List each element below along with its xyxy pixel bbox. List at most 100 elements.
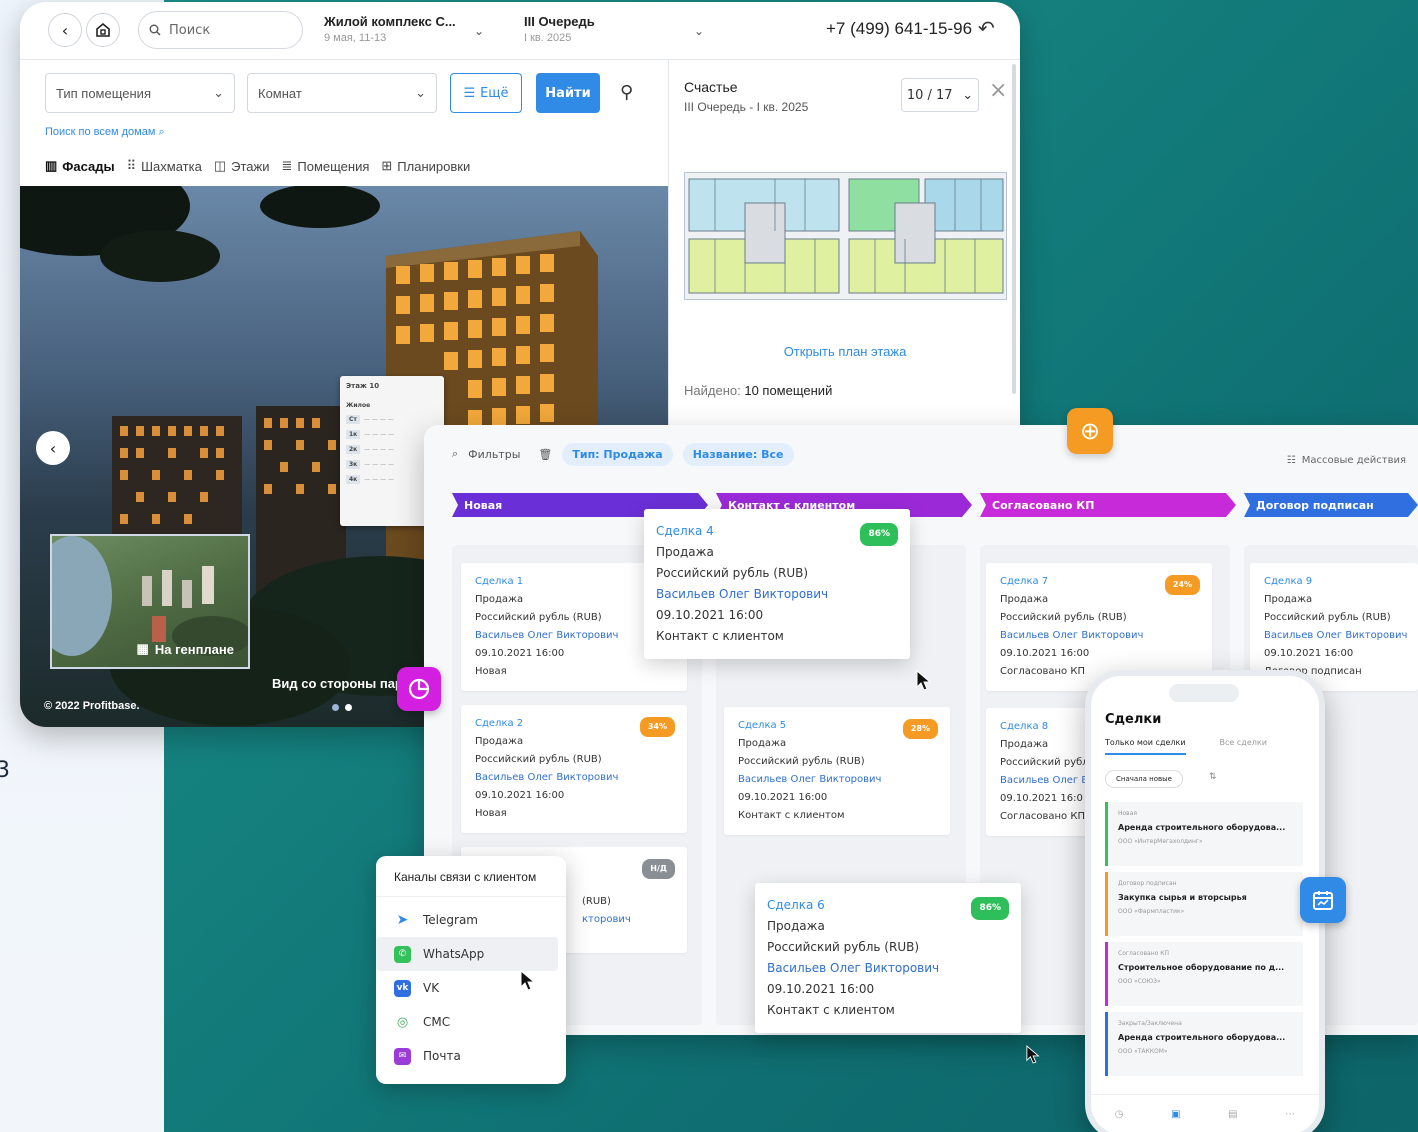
channel-mail[interactable]: ✉ Почта [376,1039,566,1073]
deal-stage: Контакт с клиентом [767,1003,895,1017]
rooms-select[interactable]: Комнат ⌄ [247,73,437,113]
search-all-houses-link[interactable]: Поиск по всем домам ⌕ [45,126,165,139]
found-label: Найдено: [684,383,741,398]
filters-label[interactable]: Фильтры [468,448,520,461]
channel-telegram[interactable]: ➤ Telegram [376,903,566,937]
room-type-select[interactable]: Тип помещения ⌄ [45,73,235,113]
slide-dot-active[interactable] [345,704,352,711]
channel-label: СМС [423,1015,451,1029]
tab-layouts[interactable]: ⊞ Планировки [381,158,470,174]
channel-label: WhatsApp [423,947,485,961]
back-button[interactable]: ‹ [48,13,82,47]
stage-agreed[interactable]: Согласовано КП [980,493,1236,517]
more-icon[interactable]: ⋯ [1285,1109,1295,1120]
more-filters-button[interactable]: ☰ Ещё [450,73,522,113]
search-icon [149,24,161,36]
slide-dot[interactable] [332,704,339,711]
floor-row-detail: — — — — [363,416,394,423]
stage-label: Новая [464,498,503,512]
deal-type: Продажа [767,919,825,933]
probability-badge: 86% [971,897,1009,920]
deal-card[interactable]: 28% Сделка 5 Продажа Российский рубль (R… [724,707,950,835]
deal-name[interactable]: Сделка 9 [1264,573,1404,591]
mobile-deal-item[interactable]: Согласовано КП Строительное оборудование… [1105,942,1303,1006]
complex-selector[interactable]: Жилой комплекс С... 9 мая, 11-13 [324,14,456,44]
search-icon[interactable]: ⌕ [452,447,458,461]
calendar-button[interactable] [1300,877,1346,923]
floor-popup-section: Жилое [346,402,371,409]
deal-card-highlighted[interactable]: 86% Сделка 6 Продажа Российский рубль (R… [755,883,1021,1033]
deal-manager[interactable]: Васильев Олег Викторович [738,771,936,789]
deal-card[interactable]: 34% Сделка 2 Продажа Российский рубль (R… [461,705,687,833]
deal-manager[interactable]: Васильев Олег Викторович [767,958,1009,979]
probability-badge: 28% [902,719,938,739]
floor-row-detail: — — — — [364,431,394,438]
channel-label: VK [423,981,440,995]
phone-number[interactable]: +7 (499) 641-15-96 [826,19,972,39]
whatsapp-icon: ✆ [394,945,411,963]
search-input[interactable]: Поиск [138,11,303,49]
tab-facades-label: Фасады [62,158,115,174]
chevron-down-icon[interactable]: ⌄ [694,24,704,38]
floor-plan[interactable] [684,172,1007,300]
mouse-cursor-icon [520,970,536,991]
probability-badge: 24% [1164,575,1200,595]
tab-my-deals[interactable]: Только мои сделки [1105,738,1186,755]
floor-select[interactable]: 10 / 17 ⌄ [901,78,979,112]
channel-sms[interactable]: ◎ СМС [376,1005,566,1039]
mobile-deal-status: Закрыта/Заключена [1118,1020,1182,1027]
deal-card-highlighted[interactable]: 86% Сделка 4 Продажа Российский рубль (R… [644,509,910,659]
undo-icon[interactable]: ↶ [978,16,995,40]
previous-view-button[interactable]: ‹ [36,431,70,465]
clock-icon[interactable]: ◷ [1115,1109,1124,1120]
floor-row-chip: Ст [346,415,360,424]
filter-tag-type[interactable]: Тип: Продажа [562,442,673,466]
open-floor-plan-link[interactable]: Открыть план этажа [669,344,1020,359]
deal-manager[interactable]: Васильев Олег Викторович [475,769,673,787]
deal-manager[interactable]: Васильев Олег Викторович [656,584,898,605]
genplan-thumbnail[interactable]: ▦ На генплане [50,534,250,669]
mass-actions[interactable]: ☷ Массовые действия [1287,455,1406,466]
mobile-deal-status: Согласовано КП [1118,950,1169,957]
filter-icon[interactable]: ⇅ [1209,772,1217,782]
deal-currency: Российский рубль (RUB) [656,566,809,580]
mobile-title: Сделки [1105,712,1162,727]
tab-floors[interactable]: ◫ Этажи [214,158,270,174]
tab-facades[interactable]: ▥ Фасады [45,158,115,174]
queue-selector[interactable]: III Очередь I кв. 2025 [524,14,595,44]
floor-row-detail: — — — — [364,461,394,468]
document-icon[interactable]: ▤ [1228,1109,1237,1120]
trash-icon[interactable]: 🗑 [538,448,552,461]
filter-tag-name[interactable]: Название: Все [682,442,794,466]
complex-date: 9 мая, 11-13 [324,32,387,44]
mobile-deal-company: ООО «ТАККОМ» [1118,1048,1168,1055]
pin-icon[interactable]: ⚲ [620,82,633,103]
slide-dots[interactable] [332,704,352,711]
floor-select-value: 10 / 17 [906,87,953,103]
deal-type: Продажа [656,545,714,559]
tab-chessboard-label: Шахматка [141,158,202,174]
stage-signed[interactable]: Договор подписан [1244,493,1418,517]
deal-manager[interactable]: Васильев Олег Викторович [1000,627,1198,645]
vk-icon: vk [394,979,411,997]
calendar-icon [1313,891,1333,910]
mobile-deal-item[interactable]: Новая Аренда строительного оборудова... … [1105,802,1303,866]
tab-premises[interactable]: ≣ Помещения [281,158,369,174]
tab-chessboard[interactable]: ⠿ Шахматка [127,158,202,174]
close-icon[interactable]: × [989,78,1007,103]
find-button[interactable]: Найти [536,73,600,113]
mobile-deal-item[interactable]: Закрыта/Заключена Аренда строительного о… [1105,1012,1303,1076]
channel-whatsapp[interactable]: ✆ WhatsApp [376,937,558,971]
sort-button[interactable]: Сначала новые [1105,770,1183,788]
briefcase-icon[interactable]: ▣ [1171,1109,1180,1120]
probability-badge: 34% [639,717,675,737]
view-side-label: Вид со стороны пар [272,676,403,691]
analytics-button[interactable] [397,667,441,711]
cut-off-text: 3 [0,758,10,783]
grid-dots-icon: ⠿ [126,158,137,173]
deal-manager[interactable]: Васильев Олег Викторович [1264,627,1407,645]
tab-all-deals[interactable]: Все сделки [1220,738,1267,755]
mobile-deal-item[interactable]: Договор подписан Закупка сырья и вторсыр… [1105,872,1303,936]
home-button[interactable] [86,13,120,47]
chevron-down-icon[interactable]: ⌄ [474,24,484,38]
